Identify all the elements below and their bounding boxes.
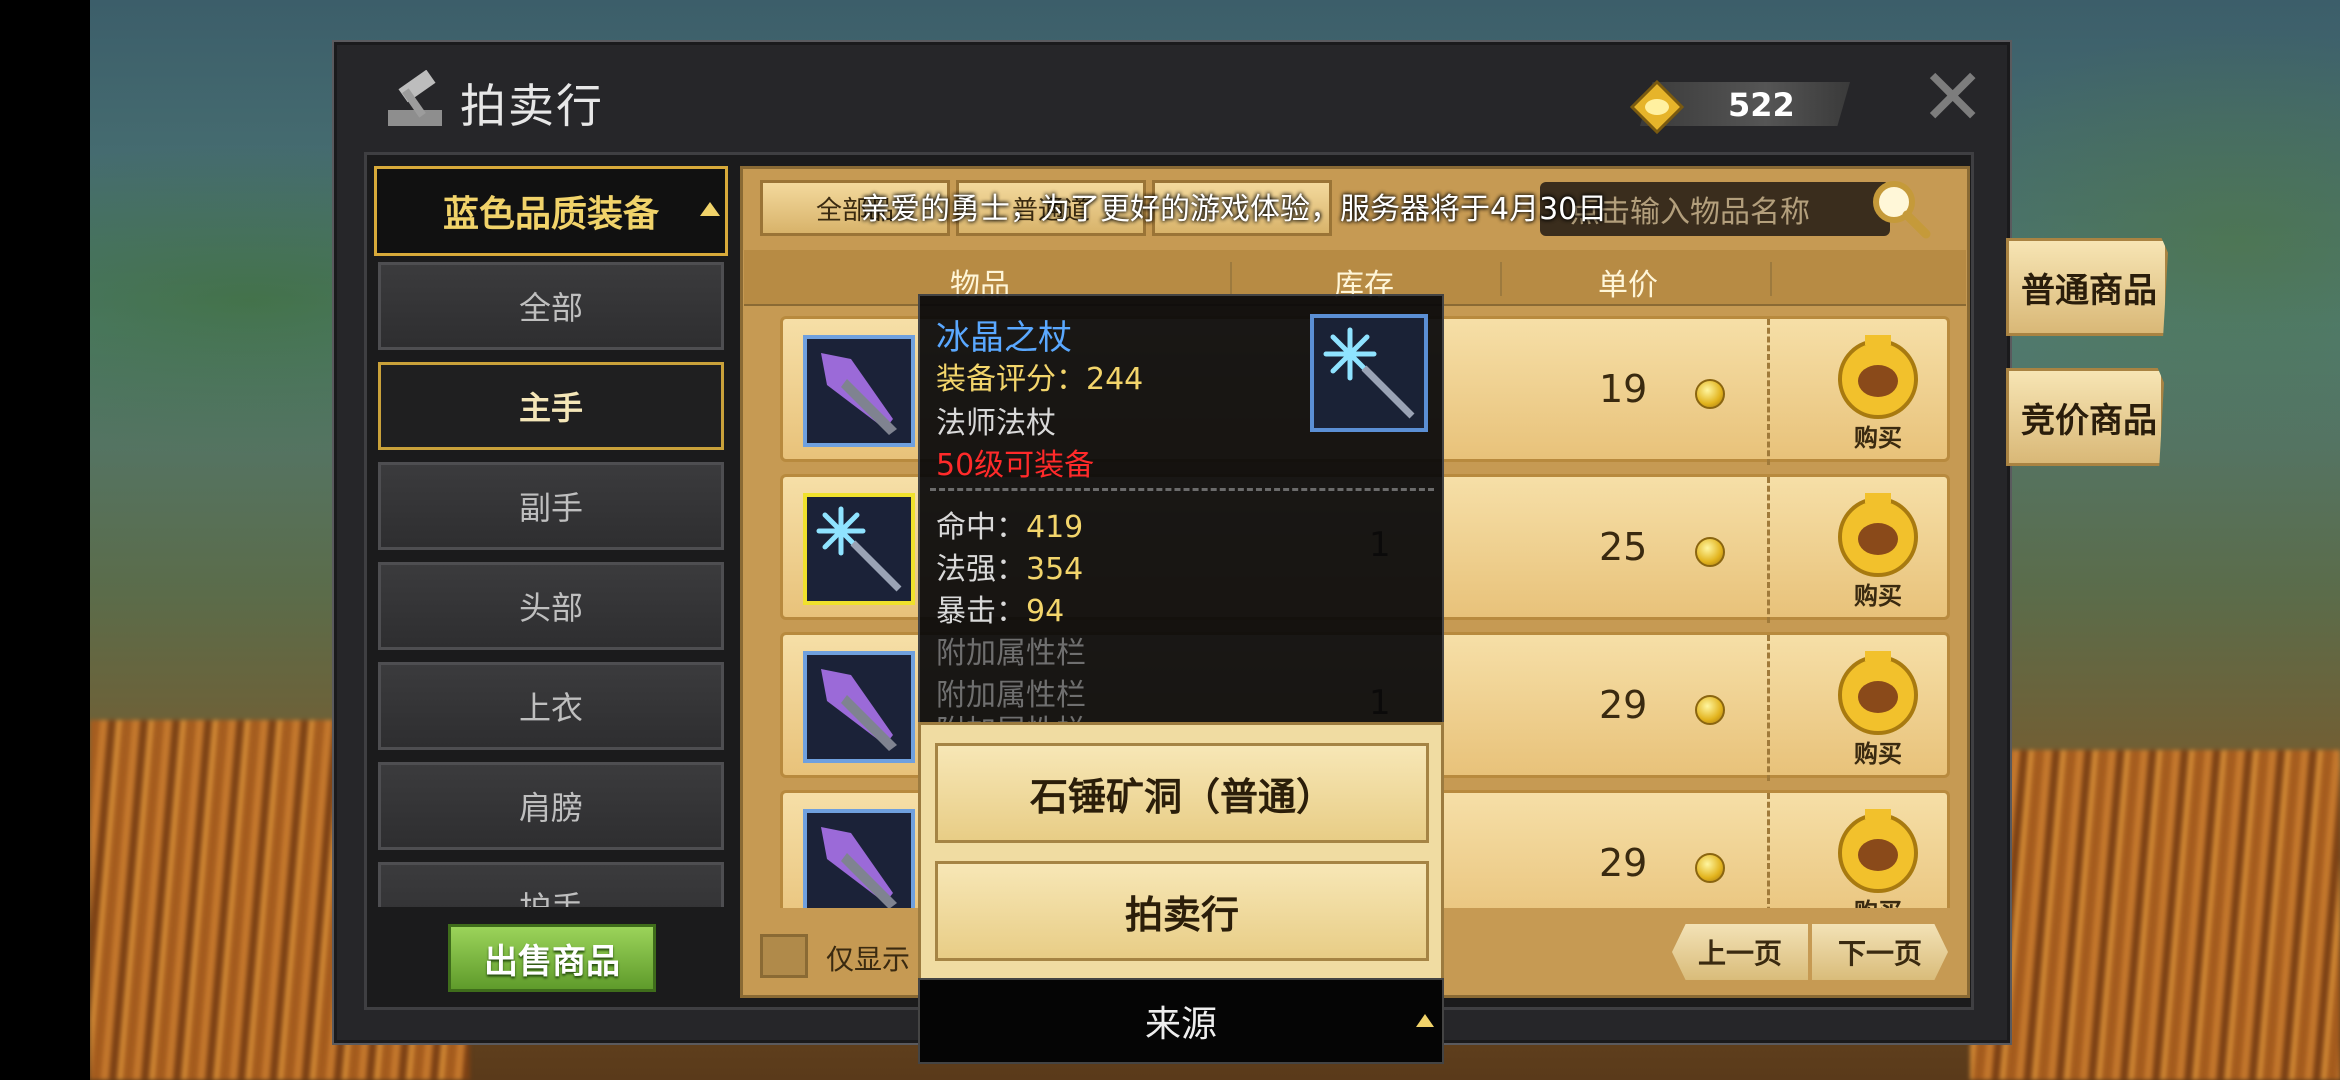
category-top[interactable]: 上衣 xyxy=(378,662,724,750)
col-divider xyxy=(1500,262,1502,296)
price-value: 29 xyxy=(1599,841,1648,885)
extra-attr-slot: 附加属性栏 xyxy=(936,636,1086,671)
stat-value: 94 xyxy=(1026,594,1065,629)
search-icon[interactable] xyxy=(1868,176,1932,240)
score-label: 装备评分： xyxy=(936,362,1086,397)
stat-hit: 命中：419 xyxy=(936,502,1083,546)
col-divider xyxy=(1230,262,1232,296)
price-value: 19 xyxy=(1599,367,1648,411)
row-divider xyxy=(1767,319,1770,465)
stat-label: 法强： xyxy=(936,552,1026,587)
quality-dropdown[interactable]: 蓝色品质装备 xyxy=(374,166,728,256)
price-value: 29 xyxy=(1599,683,1648,727)
coin-icon xyxy=(1695,853,1725,883)
buy-label: 购买 xyxy=(1854,582,1902,610)
window-title: 拍卖行 xyxy=(460,79,604,133)
buy-label: 购买 xyxy=(1854,424,1902,452)
dropdown-arrow-icon xyxy=(700,202,720,216)
server-notice: 亲爱的勇士，为了更好的游戏体验，服务器将于4月30日 xyxy=(860,192,1608,227)
category-all[interactable]: 全部 xyxy=(378,262,724,350)
buy-button[interactable]: 购买 xyxy=(1823,327,1933,453)
stat-crit: 暴击：94 xyxy=(936,586,1064,630)
source-stone-hammer-mine-button[interactable]: 石锤矿洞（普通） xyxy=(935,743,1429,843)
category-gloves[interactable]: 护手 xyxy=(378,862,724,907)
coin-icon xyxy=(1695,379,1725,409)
price-value: 25 xyxy=(1599,525,1648,569)
grass-right xyxy=(1970,750,2340,1080)
category-shoulder[interactable]: 肩膀 xyxy=(378,762,724,850)
coin-icon xyxy=(1695,537,1725,567)
only-show-checkbox[interactable] xyxy=(760,934,808,978)
next-page-button[interactable]: 下一页 xyxy=(1812,924,1948,980)
item-name: 冰晶之杖 xyxy=(936,318,1072,358)
buy-label: 购买 xyxy=(1854,740,1902,768)
row-divider xyxy=(1767,477,1770,623)
prev-page-button[interactable]: 上一页 xyxy=(1672,924,1808,980)
coin-amount: 522 xyxy=(1728,86,1795,124)
buy-button[interactable]: 购买 xyxy=(1823,801,1933,908)
close-icon[interactable]: ✕ xyxy=(1920,59,1985,137)
item-type: 法师法杖 xyxy=(936,406,1056,441)
purple-staff-icon[interactable] xyxy=(803,335,915,447)
source-toggle[interactable]: 来源 xyxy=(918,978,1444,1064)
sell-button[interactable]: 出售商品 xyxy=(448,924,656,992)
source-panel: 石锤矿洞（普通） 拍卖行 xyxy=(918,722,1444,984)
coin-icon xyxy=(1695,695,1725,725)
item-tooltip: 冰晶之杖 装备评分：244 法师法杖 50级可装备 命中：419 法强：354 … xyxy=(918,294,1444,726)
stat-label: 命中： xyxy=(936,510,1026,545)
score-line: 装备评分：244 xyxy=(936,354,1143,398)
tab-normal-goods[interactable]: 普通商品 xyxy=(2006,238,2168,336)
stat-spell-power: 法强：354 xyxy=(936,544,1083,588)
row-divider xyxy=(1767,635,1770,781)
tab-bid-goods[interactable]: 竞价商品 xyxy=(2006,368,2164,466)
stat-value: 419 xyxy=(1026,510,1084,545)
category-off-hand[interactable]: 副手 xyxy=(378,462,724,550)
stat-label: 暴击： xyxy=(936,594,1026,629)
stat-value: 354 xyxy=(1026,552,1084,587)
buy-button[interactable]: 购买 xyxy=(1823,485,1933,611)
buy-label: 购买 xyxy=(1823,892,1933,908)
gold-coin-icon xyxy=(1629,79,1685,135)
category-main-hand[interactable]: 主手 xyxy=(378,362,724,450)
ice-staff-icon[interactable] xyxy=(803,493,915,605)
tooltip-divider xyxy=(930,488,1434,491)
collapse-arrow-icon xyxy=(1416,1014,1434,1027)
col-price: 单价 xyxy=(1598,268,1658,303)
category-head[interactable]: 头部 xyxy=(378,562,724,650)
auction-hammer-icon xyxy=(382,69,448,132)
category-list: 全部 主手 副手 头部 上衣 肩膀 护手 xyxy=(374,262,728,907)
only-show-label: 仅显示 xyxy=(826,943,911,976)
row-divider xyxy=(1767,793,1770,908)
purple-staff-icon[interactable] xyxy=(803,651,915,763)
score-value: 244 xyxy=(1086,362,1144,397)
col-divider xyxy=(1770,262,1772,296)
source-auction-button[interactable]: 拍卖行 xyxy=(935,861,1429,961)
purple-staff-icon[interactable] xyxy=(803,809,915,908)
buy-button[interactable]: 购买 xyxy=(1823,643,1933,769)
ice-staff-icon xyxy=(1310,314,1428,432)
level-requirement: 50级可装备 xyxy=(936,448,1095,483)
